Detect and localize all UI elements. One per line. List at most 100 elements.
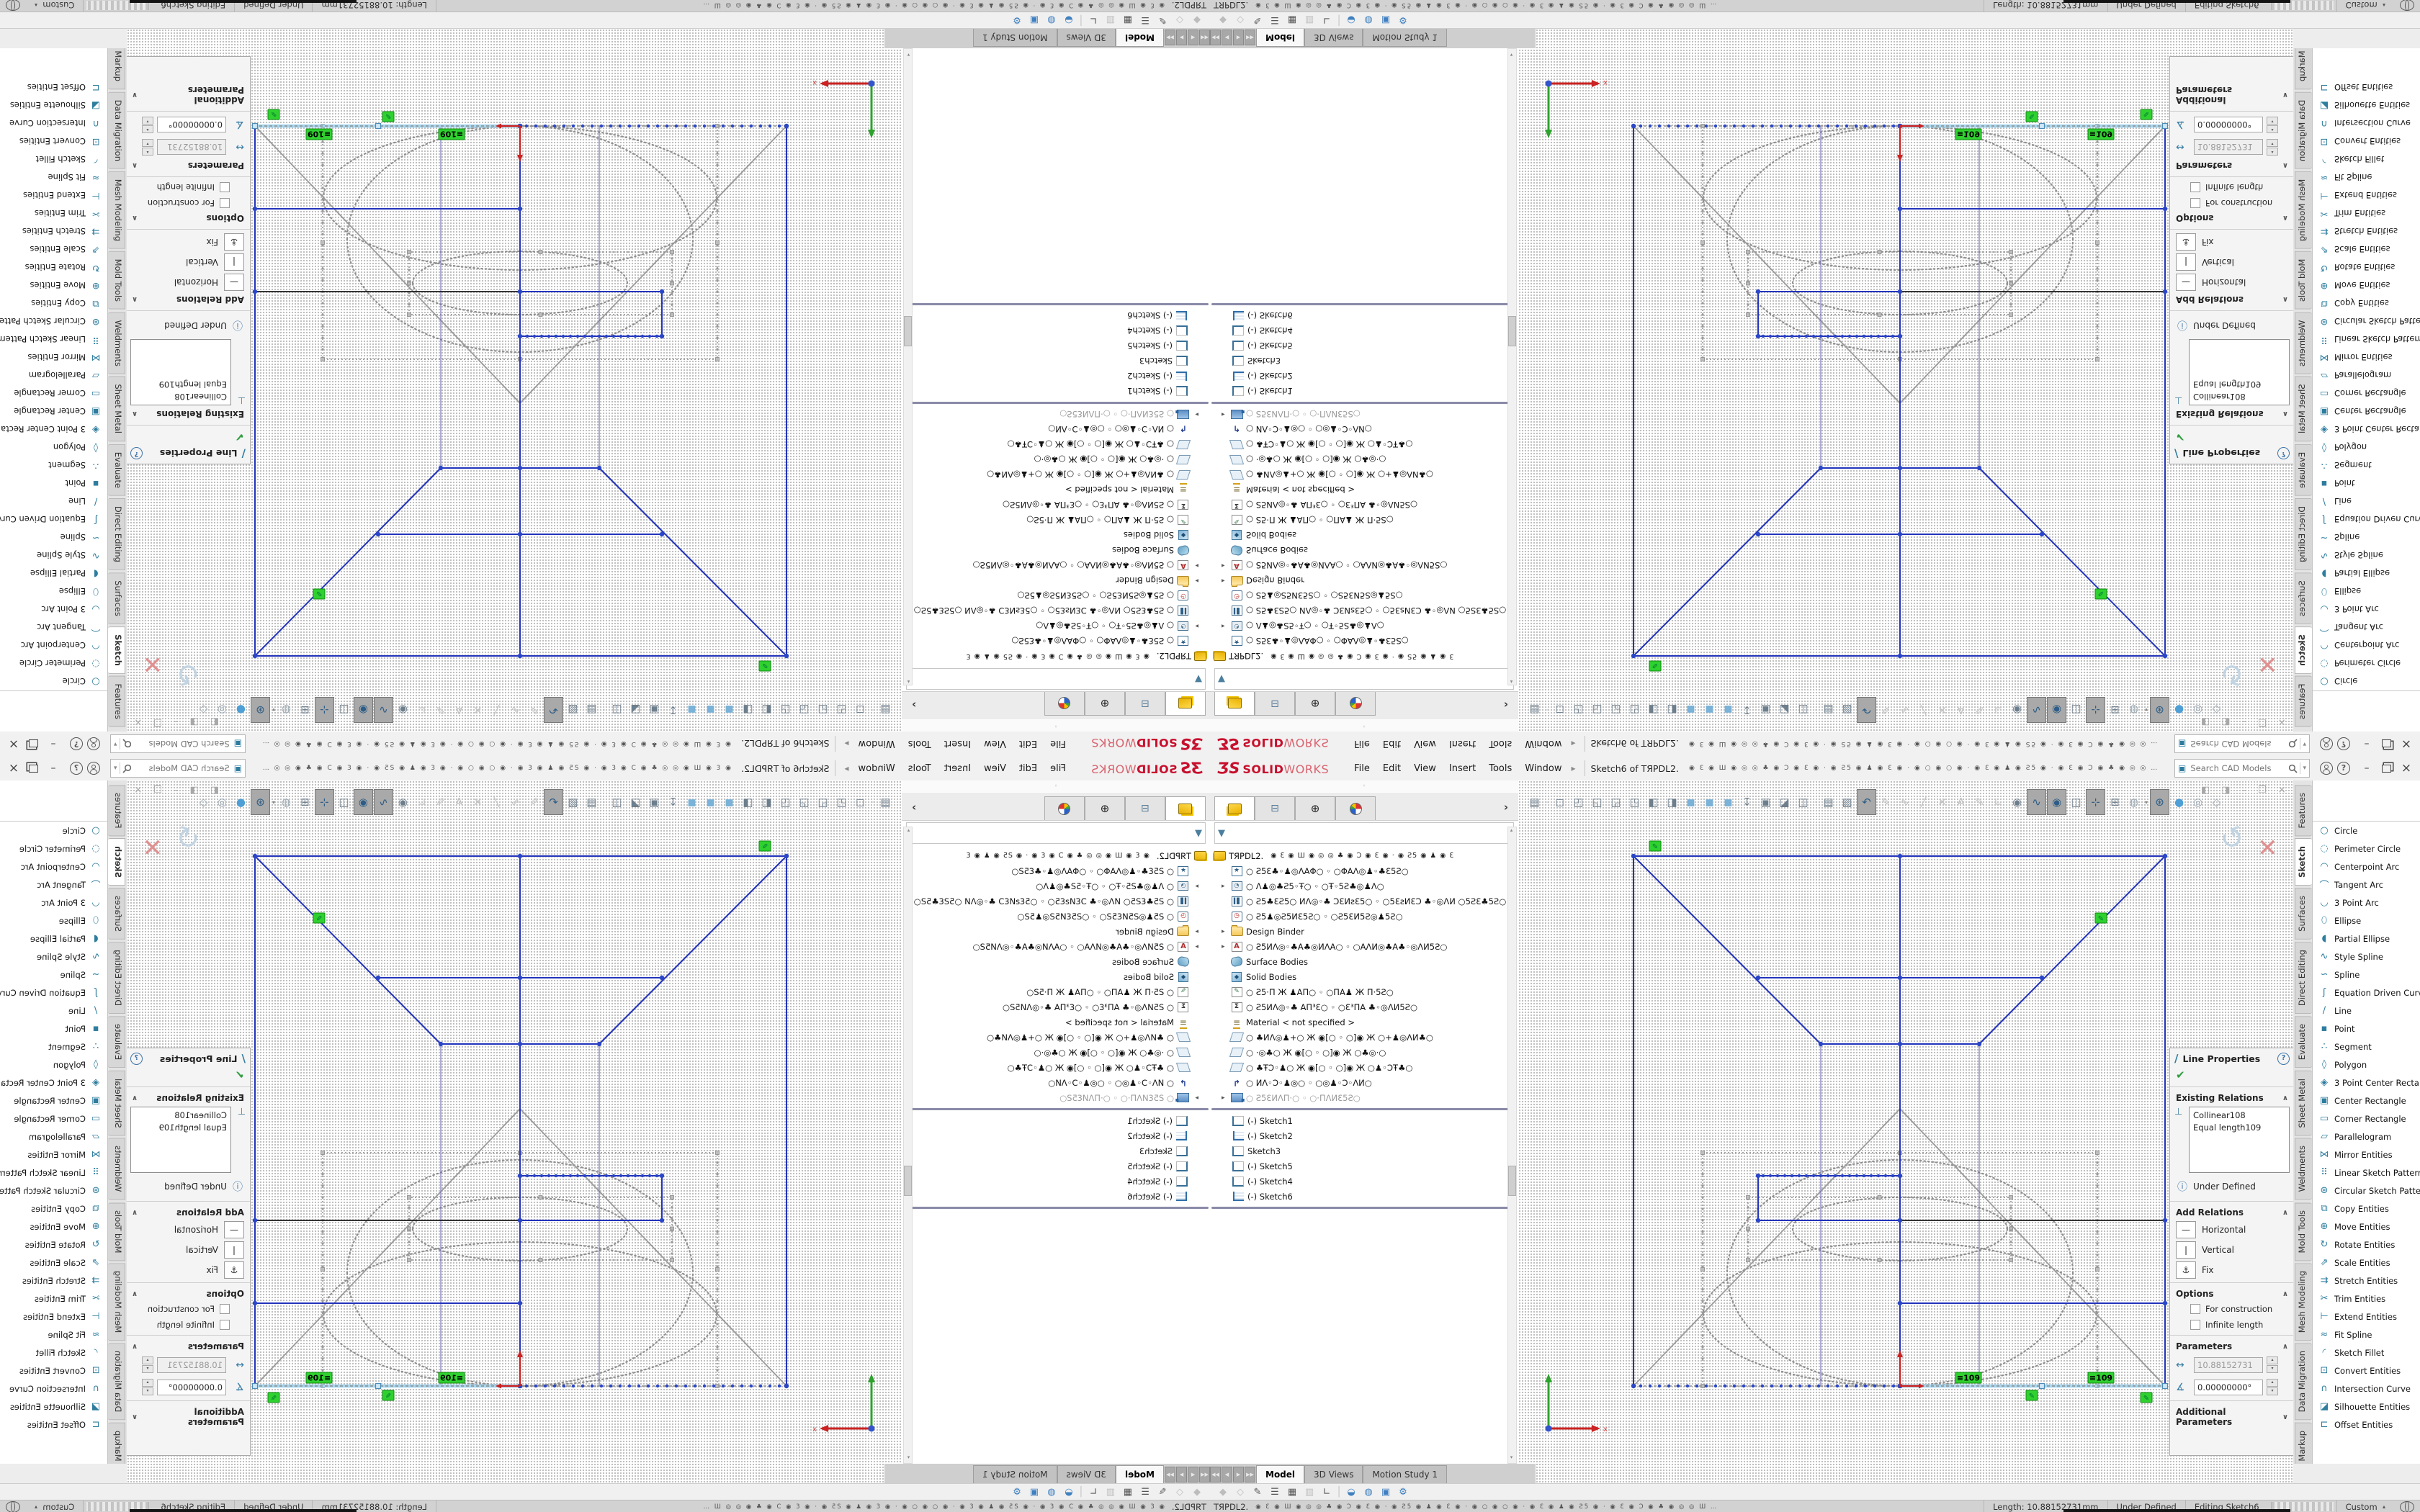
search-icon[interactable]	[122, 764, 132, 773]
commandmanager-tab[interactable]: Mesh Modeling	[2295, 171, 2312, 249]
commandmanager-tab[interactable]: Mold Tools	[108, 1202, 125, 1261]
panel-help-icon[interactable]: ?	[130, 1053, 143, 1065]
headsup-icon[interactable]: ◳	[1626, 790, 1644, 814]
spin-up-icon[interactable]: ▴	[142, 148, 153, 156]
annotation-tool-icon[interactable]: ▣	[1026, 1487, 1043, 1498]
panel-splitter-handle[interactable]: ◦	[1210, 780, 1518, 794]
sketch-tool-item[interactable]: ⌒ Tangent Arc	[2313, 876, 2420, 894]
sketch-tool-item[interactable]: ⌒ Tangent Arc	[0, 876, 107, 894]
document-tab[interactable]: 3D Views	[1057, 1465, 1116, 1483]
commandmanager-tab[interactable]: Direct Editing	[108, 942, 125, 1014]
annotation-tool-icon[interactable]: ∟	[1318, 1487, 1335, 1498]
sketch-tool-item[interactable]: ʃ Equation Driven Curve	[2313, 510, 2420, 528]
annotation-tool-icon[interactable]: ▣	[1377, 1487, 1394, 1498]
tree-root-item[interactable]: TЯPDL2. ◉ Ɛ ◉ Ш ◉ ◎ ◎ ♣ ◉ Ɔ ◉ Ɛ ◉ · ◉ Ƨ5…	[1210, 848, 1518, 863]
headsup-icon[interactable]: ▾	[2143, 698, 2149, 722]
sketch-tool-item[interactable]: ⊢ Extend Entities	[2313, 1308, 2420, 1326]
scroll-down-arrow[interactable]: ▾	[905, 1454, 912, 1463]
headsup-icon[interactable]: ◧	[758, 790, 776, 814]
search-box[interactable]: ▣ ▾	[2174, 759, 2310, 778]
spin-up-icon[interactable]: ▴	[2267, 125, 2278, 133]
options-header[interactable]: Options ∧	[2170, 211, 2294, 227]
headsup-icon[interactable]: ◲	[1607, 790, 1625, 814]
add-relations-header[interactable]: Add Relations ∧	[126, 1204, 250, 1220]
restore-button[interactable]	[29, 740, 38, 748]
tree-sketch-item[interactable]: (-) Sketch4	[1210, 1174, 1518, 1189]
sketch-tool-item[interactable]: ⠿ Linear Sketch Pattern	[2313, 1164, 2420, 1182]
sketch-tool-item[interactable]: ∩ Intersection Curve	[0, 1380, 107, 1398]
headsup-icon[interactable]: ∟	[1989, 698, 2007, 722]
headsup-icon[interactable]: ⊞	[296, 698, 314, 722]
cancel-sketch-icon[interactable]: ✕	[143, 834, 163, 863]
option-row[interactable]: For construction	[2170, 195, 2294, 211]
menu-item[interactable]: Insert	[1443, 760, 1482, 777]
mdi-control-icon[interactable]: ❐	[153, 785, 162, 796]
spin-down-icon[interactable]: ▾	[2267, 1387, 2278, 1395]
commandmanager-tab[interactable]: Sketch	[2295, 626, 2312, 674]
sketch-tool-item[interactable]: ⋈ Mirror Entities	[2313, 1146, 2420, 1164]
collapse-chevron-icon[interactable]: ∧	[2282, 162, 2288, 170]
tree-item[interactable]: ▸ Solid Bodies	[902, 528, 1210, 543]
tree-item[interactable]: ▸ ○ ♣ИΛ◎♟+○ Ж ◉[○ ◦ ○]◉ Ж ○+♟◎ΛИ♣○	[1210, 467, 1518, 482]
tree-item[interactable]: ▸ ○ Ƨ5ИΛ◎◦♣ ΑΠ³Ɛ○ ◦ ○Ɛ³ΠΑ ♣◦◎ΛИ5Ƨ○	[1210, 999, 1518, 1014]
spin-down-icon[interactable]: ▾	[142, 117, 153, 125]
tree-sketch-item[interactable]: (-) Sketch1	[902, 384, 1210, 399]
panel-help-icon[interactable]: ?	[2277, 448, 2290, 460]
collapse-chevron-icon[interactable]: ∧	[2282, 296, 2288, 304]
search-caret-icon[interactable]: ▾	[2303, 740, 2306, 747]
checkbox[interactable]	[2190, 1304, 2200, 1314]
sketch-tool-item[interactable]: ▣ Center Rectangle	[0, 1092, 107, 1110]
menu-item[interactable]: Window	[1518, 760, 1568, 777]
length-field[interactable]	[2194, 140, 2263, 156]
headsup-icon[interactable]: ●	[2170, 698, 2188, 722]
sketch-tool-item[interactable]: ∕ Line	[0, 492, 107, 510]
status-unit-dropdown[interactable]: Custom ▴	[26, 0, 84, 12]
tree-item[interactable]: ▸ ○ Ƨ5ИΛ◎◦♣ ΑΠ³Ɛ○ ◦ ○Ɛ³ΠΑ ♣◦◎ΛИ5Ƨ○	[902, 498, 1210, 513]
expander-icon[interactable]: ▸	[1190, 577, 1198, 585]
pin-icon[interactable]: ▸	[844, 763, 848, 773]
additional-parameters-header[interactable]: Additional Parameters ∨	[2170, 1403, 2294, 1429]
angle-field[interactable]	[157, 1380, 226, 1395]
tree-item[interactable]: ▸ Surface Bodies	[1210, 954, 1518, 969]
headsup-icon[interactable]: ◫	[608, 698, 626, 722]
length-field[interactable]	[157, 140, 226, 156]
checkbox[interactable]	[220, 198, 230, 208]
relation-button-icon[interactable]: ⚓	[2176, 233, 2196, 251]
mdi-control-icon[interactable]: –	[174, 716, 179, 727]
tab-featuremanager-tree[interactable]	[1214, 692, 1255, 716]
sketch-tool-item[interactable]: ∽ Spline	[2313, 966, 2420, 984]
headsup-icon[interactable]: ◼	[1682, 698, 1700, 722]
tree-sketch-item[interactable]: Sketch3	[1210, 354, 1518, 369]
commandmanager-tab[interactable]: Data Migration	[108, 1343, 125, 1420]
option-row[interactable]: Infinite length	[2170, 1317, 2294, 1333]
add-relation-button[interactable]: ⚓ Fix	[2170, 232, 2294, 252]
collapse-chevron-icon[interactable]: ∨	[2282, 91, 2288, 99]
annotation-tool-icon[interactable]: ☰	[1137, 14, 1154, 25]
sketch-tool-item[interactable]: ∽ Spline	[2313, 528, 2420, 546]
sketch-tool-item[interactable]: ▱ Parallelogram	[0, 1128, 107, 1146]
commandmanager-tab[interactable]: Weldments	[108, 1138, 125, 1200]
menu-item[interactable]: View	[1407, 736, 1443, 752]
relation-button-icon[interactable]: ⚓	[224, 233, 244, 251]
length-spinner[interactable]: ▴▾	[2267, 139, 2278, 156]
tree-sketch-item[interactable]: (-) Sketch6	[1210, 308, 1518, 323]
rollback-bar-end[interactable]	[903, 1207, 1209, 1209]
tree-root-item[interactable]: TЯPDL2. ◉ Ɛ ◉ Ш ◉ ◎ ◎ ♣ ◉ Ɔ ◉ Ɛ ◉ · ◉ Ƨ5…	[902, 848, 1210, 863]
existing-relations-header[interactable]: Existing Relations ∧	[126, 407, 250, 423]
headsup-icon[interactable]: ◫	[2067, 698, 2085, 722]
sketch-tool-item[interactable]: ▱ Parallelogram	[2313, 366, 2420, 384]
commandmanager-tab[interactable]: Markup	[108, 44, 125, 89]
sketch-tool-item[interactable]: ◌ Perimeter Circle	[2313, 840, 2420, 858]
headsup-icon[interactable]: ⊹	[315, 789, 334, 815]
tree-root-item[interactable]: TЯPDL2. ◉ Ɛ ◉ Ш ◉ ◎ ◎ ♣ ◉ Ɔ ◉ Ɛ ◉ · ◉ Ƨ5…	[1210, 649, 1518, 664]
tree-item[interactable]: ▸ ○ ИΛ◦Ɔ◦♟◎○ ◦ ○◎♟◦Ɔ◦ΛИ○	[902, 422, 1210, 437]
annotation-tool-icon[interactable]: ⚙	[1008, 14, 1026, 25]
sketch-tool-item[interactable]: ⇗ Scale Entities	[2313, 240, 2420, 258]
tree-root-item[interactable]: TЯPDL2. ◉ Ɛ ◉ Ш ◉ ◎ ◎ ♣ ◉ Ɔ ◉ Ɛ ◉ · ◉ Ƨ5…	[902, 649, 1210, 664]
commandmanager-tab[interactable]: Direct Editing	[2295, 942, 2312, 1014]
expander-icon[interactable]: ▸	[1190, 411, 1198, 418]
mdi-control-icon[interactable]: ◧	[210, 716, 219, 727]
menu-item[interactable]: Window	[851, 760, 901, 777]
sketch-tool-item[interactable]: ○ Circle	[2313, 822, 2420, 840]
panel-expand-chevron[interactable]: ›	[912, 698, 916, 711]
